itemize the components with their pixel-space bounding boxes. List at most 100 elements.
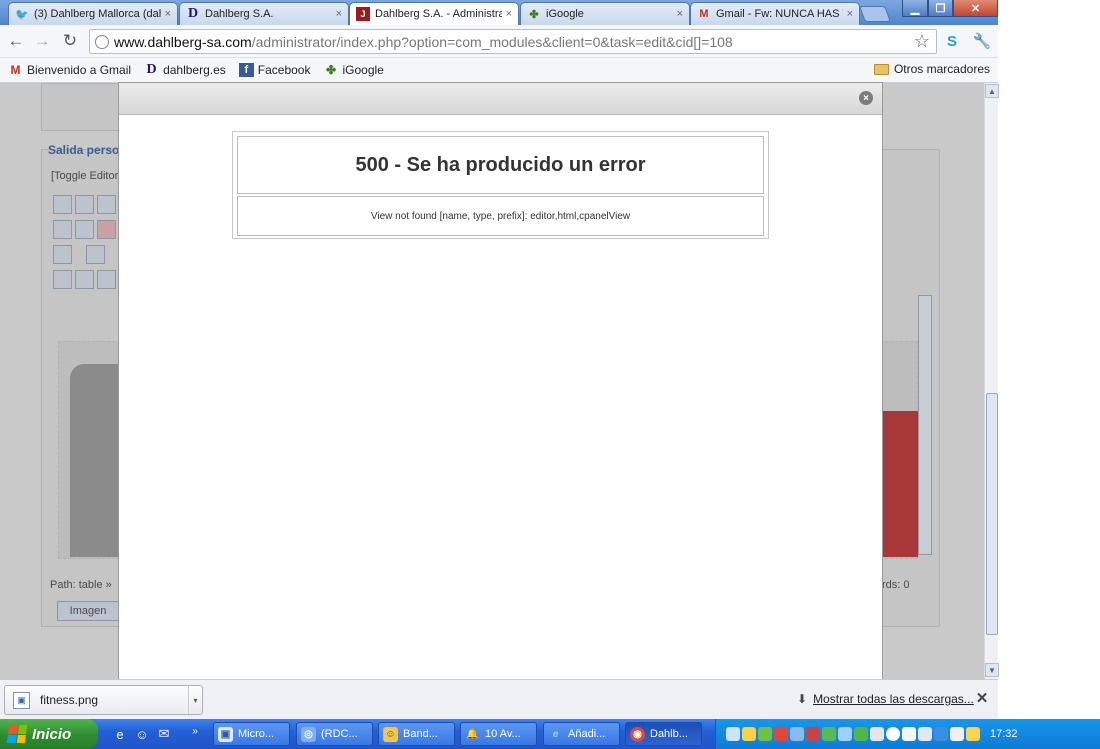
taskbar-item-rdc[interactable]: ◎ (RDC... bbox=[296, 722, 373, 746]
tray-clock[interactable]: 17:32 bbox=[990, 728, 1018, 740]
error-title: 500 - Se ha producido un error bbox=[237, 136, 764, 194]
bookmark-facebook[interactable]: f Facebook bbox=[238, 63, 311, 77]
task-label: Dahlb... bbox=[650, 728, 688, 740]
show-all-downloads-link[interactable]: Mostrar todas las descargas... bbox=[813, 692, 974, 706]
taskbar-item-micro[interactable]: ▣ Micro... bbox=[213, 722, 290, 746]
tray-network-icon[interactable] bbox=[726, 727, 740, 741]
wrench-menu-button[interactable]: 🔧 bbox=[970, 29, 994, 53]
scrollbar-thumb[interactable] bbox=[986, 393, 998, 635]
tray-messenger-icon[interactable] bbox=[742, 727, 756, 741]
cleanup-icon[interactable] bbox=[53, 220, 72, 239]
modal-close-button[interactable]: × bbox=[859, 91, 873, 105]
task-label: Añadi... bbox=[568, 728, 606, 740]
twitter-bird-icon: 🐦 bbox=[15, 8, 29, 21]
tray-volume-icon[interactable] bbox=[902, 727, 916, 741]
taskbar-item-avisos[interactable]: 🔔 10 Av... bbox=[460, 722, 537, 746]
taskbar-item-anadir[interactable]: e Añadi... bbox=[543, 722, 620, 746]
task-label: Band... bbox=[403, 728, 438, 740]
tray-bluetooth-icon[interactable] bbox=[838, 727, 852, 741]
tray-alert-icon[interactable] bbox=[966, 727, 980, 741]
tab-close-icon[interactable]: × bbox=[165, 8, 171, 20]
tab-igoogle[interactable]: ✤ iGoogle × bbox=[520, 2, 690, 25]
tray-update-icon[interactable] bbox=[854, 727, 868, 741]
new-document-icon[interactable] bbox=[75, 195, 94, 214]
bookmark-label: dahlberg.es bbox=[163, 63, 226, 77]
taskbar-item-band[interactable]: ☺ Band... bbox=[378, 722, 455, 746]
editor-scrollbar[interactable] bbox=[918, 295, 932, 555]
bookmark-gmail[interactable]: M Bienvenido a Gmail bbox=[8, 63, 132, 77]
browser-tab-strip: 🐦 (3) Dahlberg Mallorca (dah × D Dahlber… bbox=[0, 0, 998, 25]
tab-close-icon[interactable]: × bbox=[847, 8, 853, 20]
eraser-icon[interactable] bbox=[75, 220, 94, 239]
igoogle-icon: ✤ bbox=[529, 8, 539, 21]
tray-acrobat-icon[interactable] bbox=[806, 727, 820, 741]
help-icon[interactable] bbox=[53, 195, 72, 214]
tab-dahlberg-admin[interactable]: J Dahlberg S.A. - Administra × bbox=[349, 2, 519, 25]
alert-icon: 🔔 bbox=[466, 728, 479, 740]
tab-dahlberg-mallorca-twitter[interactable]: 🐦 (3) Dahlberg Mallorca (dah × bbox=[8, 2, 178, 25]
start-button[interactable]: Inicio bbox=[0, 719, 98, 749]
bookmark-star-icon[interactable]: ☆ bbox=[914, 31, 930, 52]
back-button[interactable]: ← bbox=[4, 29, 28, 53]
tab-close-icon[interactable]: × bbox=[677, 8, 683, 20]
error-message: View not found [name, type, prefix]: edi… bbox=[237, 196, 764, 236]
close-icon: × bbox=[863, 92, 869, 104]
show-all-downloads[interactable]: ⬇ Mostrar todas las descargas... bbox=[797, 692, 974, 706]
reload-icon: ↻ bbox=[62, 31, 78, 50]
tray-skype-icon[interactable] bbox=[886, 727, 900, 741]
other-bookmarks-folder[interactable]: Otros marcadores bbox=[873, 62, 990, 76]
quick-launch-expand-icon[interactable]: » bbox=[186, 722, 204, 740]
tab-close-icon[interactable]: × bbox=[336, 8, 342, 20]
tray-printer-icon[interactable] bbox=[870, 727, 884, 741]
image-file-icon: ▣ bbox=[13, 691, 30, 709]
toggle-editor-link[interactable]: [Toggle Editor] bbox=[51, 170, 121, 182]
minimize-window-button[interactable]: ▁ bbox=[902, 0, 928, 17]
tray-display-icon[interactable] bbox=[918, 727, 932, 741]
word-count: rds: 0 bbox=[882, 579, 910, 591]
tab-title: Gmail - Fw: NUNCA HAS VI bbox=[716, 8, 843, 20]
bookmark-dahlberg[interactable]: D dahlberg.es bbox=[144, 62, 226, 77]
tray-wifi-icon[interactable] bbox=[934, 727, 948, 741]
task-label: Micro... bbox=[238, 728, 275, 740]
bookmark-label: Facebook bbox=[257, 63, 311, 77]
table-properties-icon[interactable] bbox=[86, 245, 105, 264]
reload-button[interactable]: ↻ bbox=[58, 29, 82, 53]
row-after-icon[interactable] bbox=[75, 270, 94, 289]
tray-sync-icon[interactable] bbox=[790, 727, 804, 741]
tab-close-icon[interactable]: × bbox=[506, 8, 512, 20]
tab-title: (3) Dahlberg Mallorca (dah bbox=[34, 8, 161, 20]
messenger-icon[interactable]: ☺ bbox=[133, 725, 151, 743]
insert-table-icon[interactable] bbox=[53, 245, 72, 264]
scroll-down-icon[interactable]: ▼ bbox=[985, 663, 999, 677]
taskbar-item-dahlberg[interactable]: ◉ Dahlb... bbox=[625, 722, 702, 746]
back-arrow-icon: ← bbox=[7, 31, 25, 50]
row-before-icon[interactable] bbox=[53, 270, 72, 289]
download-item[interactable]: ▣ fitness.png ▾ bbox=[4, 685, 203, 715]
internet-explorer-icon[interactable]: e bbox=[111, 725, 129, 743]
tab-gmail[interactable]: M Gmail - Fw: NUNCA HAS VI × bbox=[690, 2, 860, 25]
bookmark-igoogle[interactable]: ✤ iGoogle bbox=[323, 63, 384, 77]
new-tab-button[interactable] bbox=[859, 6, 891, 22]
tray-antivirus-icon[interactable] bbox=[774, 727, 788, 741]
tray-security-icon[interactable] bbox=[758, 727, 772, 741]
skype-extension-button[interactable]: S bbox=[940, 29, 964, 53]
tab-dahlberg-sa[interactable]: D Dahlberg S.A. × bbox=[179, 2, 349, 25]
download-menu-button[interactable]: ▾ bbox=[188, 686, 202, 714]
close-download-shelf-button[interactable]: ✕ bbox=[975, 690, 989, 707]
close-window-button[interactable]: ✕ bbox=[953, 0, 998, 17]
tray-safely-remove-icon[interactable] bbox=[950, 727, 964, 741]
page-scrollbar[interactable]: ▲ ▼ bbox=[984, 83, 999, 679]
address-bar[interactable]: www.dahlberg-sa.com /administrator/index… bbox=[89, 29, 937, 54]
download-shelf: ▣ fitness.png ▾ ⬇ Mostrar todas las desc… bbox=[0, 679, 998, 719]
preview-icon[interactable] bbox=[97, 195, 116, 214]
maximize-window-button[interactable]: ❐ bbox=[928, 0, 953, 17]
remove-format-icon[interactable] bbox=[97, 220, 116, 239]
scroll-up-icon[interactable]: ▲ bbox=[985, 84, 999, 98]
task-label: (RDC... bbox=[321, 728, 358, 740]
forward-button[interactable]: → bbox=[30, 29, 54, 53]
image-button[interactable]: Imagen bbox=[57, 601, 119, 621]
error-box: 500 - Se ha producido un error View not … bbox=[232, 131, 769, 239]
delete-row-icon[interactable] bbox=[97, 270, 116, 289]
outlook-icon[interactable]: ✉ bbox=[155, 725, 173, 743]
tray-recycle-icon[interactable] bbox=[822, 727, 836, 741]
